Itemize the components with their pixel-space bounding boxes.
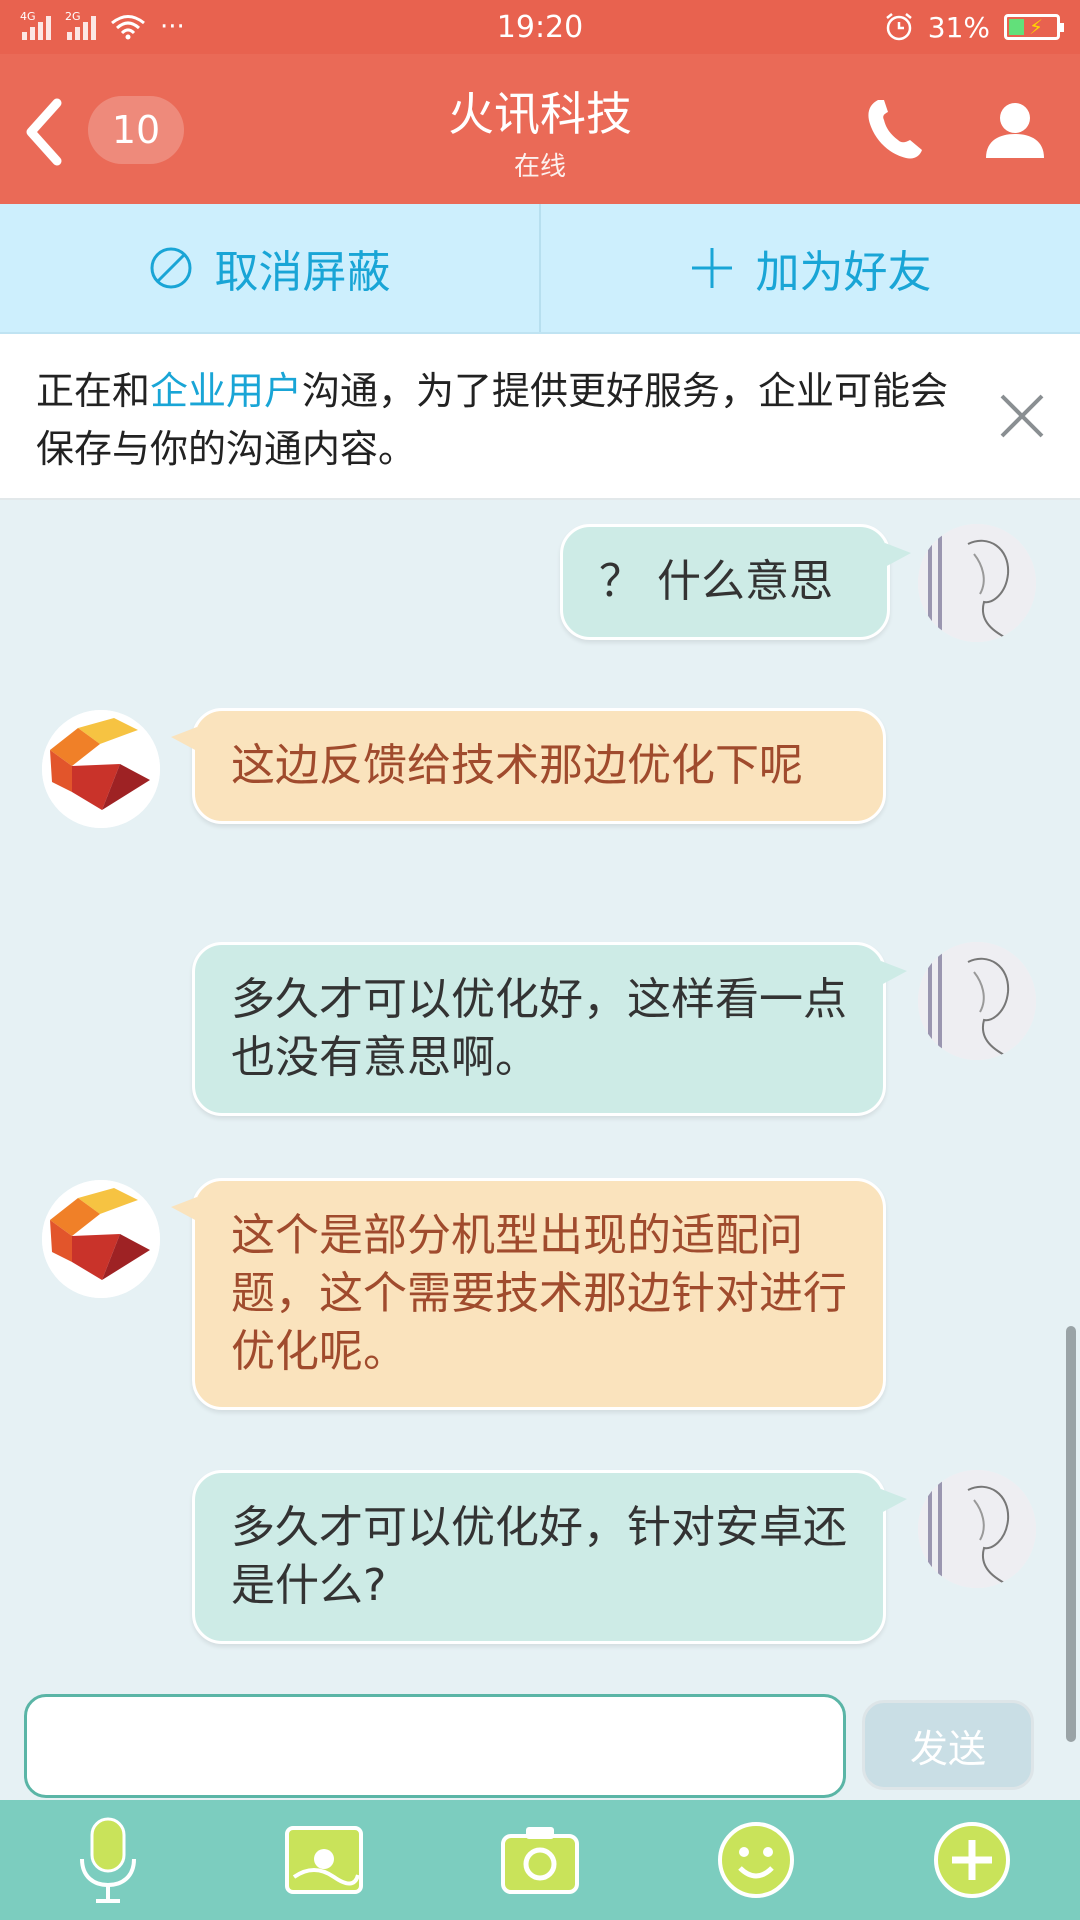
message-bubble-mine[interactable]: ？ 什么意思 [560,524,911,640]
message-bubble-contact[interactable]: 这边反馈给技术那边优化下呢 [171,708,886,824]
notice-close-button[interactable] [996,390,1048,442]
wifi-icon [111,15,145,40]
message-input[interactable] [24,1694,846,1798]
action-bar: 取消屏蔽 加为好友 [0,204,1080,334]
avatar-sketch-icon [918,1470,1036,1588]
message-bubble-mine[interactable]: 多久才可以优化好，针对安卓还是什么? [192,1470,907,1644]
profile-button[interactable] [980,94,1050,164]
notice-text-1: 正在和 [36,369,151,413]
camera-button[interactable] [495,1815,585,1905]
close-icon [1000,394,1044,438]
image-icon [285,1826,363,1894]
alarm-icon [885,13,912,41]
message-bubble-mine[interactable]: 多久才可以优化好，这样看一点也没有意思啊。 [192,942,907,1116]
avatar-sketch-icon [918,524,1036,642]
call-button[interactable] [860,94,930,164]
notice-enterprise-link[interactable]: 企业用户 [150,369,302,413]
signal-icon-2: 2G [65,10,96,40]
contact-avatar[interactable] [42,710,160,828]
network-type-1: 4G [20,10,36,23]
plus-icon [691,248,732,288]
chat-header: 10 火讯科技 在线 [0,54,1080,204]
status-right: 31% ⚡ [884,10,1064,44]
camera-icon [501,1827,579,1894]
contact-avatar[interactable] [42,1180,160,1298]
add-friend-button[interactable]: 加为好友 [539,204,1080,332]
enterprise-notice: 正在和企业用户沟通，为了提供更好服务，企业可能会保存与你的沟通内容。 [0,334,1080,500]
status-left: 4G 2G ··· [20,10,185,42]
message-bubble-contact[interactable]: 这个是部分机型出现的适配问题，这个需要技术那边针对进行优化呢。 [171,1178,886,1410]
message-list[interactable]: ？ 什么意思 这边反馈给技术那边优化下呢 多久才可以优化好，这样看一点也没有意思… [0,500,1080,1680]
clock: 19:20 [496,9,584,45]
composer: 发送 [0,1690,1080,1800]
my-avatar[interactable] [918,942,1036,1060]
profile-icon [986,103,1044,158]
avatar-sketch-icon [918,942,1036,1060]
unblock-label: 取消屏蔽 [214,247,391,298]
signal-icon: 4G [20,10,51,40]
my-avatar[interactable] [918,1470,1036,1588]
more-button[interactable] [927,1815,1017,1905]
company-logo-icon [42,1180,160,1298]
phone-icon [868,100,922,159]
network-type-2: 2G [65,10,81,23]
voice-button[interactable] [63,1815,153,1905]
more-plus-icon [934,1822,1010,1898]
microphone-icon [80,1817,136,1903]
emoji-icon [718,1822,794,1898]
add-friend-label: 加为好友 [755,247,932,298]
block-icon [150,247,191,289]
emoji-button[interactable] [711,1815,801,1905]
company-logo-icon [42,710,160,828]
status-bar: 4G 2G ··· 19:20 31% ⚡ [0,0,1080,54]
bottom-toolbar [0,1800,1080,1920]
send-button[interactable]: 发送 [862,1700,1034,1790]
more-status-icon: ··· [160,12,185,42]
unblock-button[interactable]: 取消屏蔽 [0,204,539,332]
battery-percent: 31% [927,10,990,44]
battery-icon: ⚡ [1004,14,1064,40]
image-button[interactable] [279,1815,369,1905]
chat-scrollbar[interactable] [1066,1326,1076,1742]
my-avatar[interactable] [918,524,1036,642]
